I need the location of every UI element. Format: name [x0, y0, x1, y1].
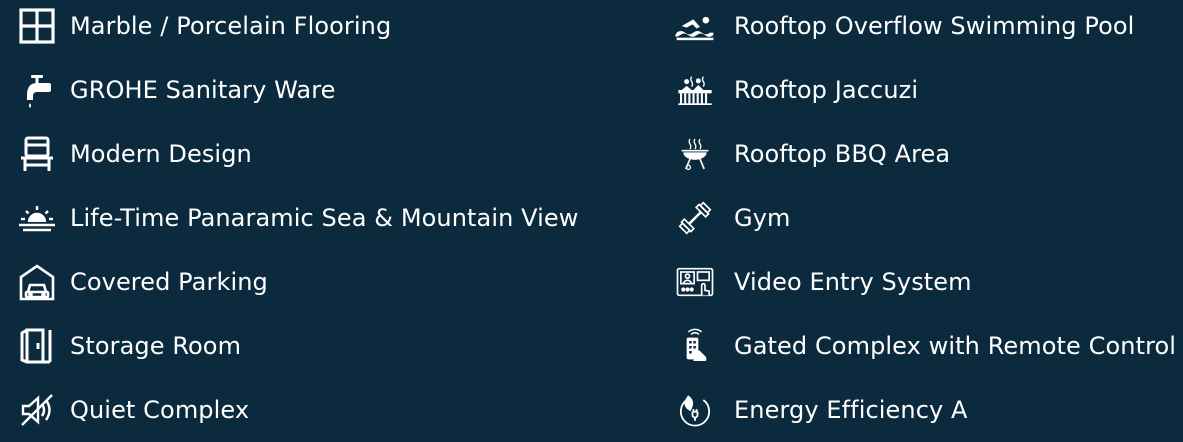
- feature-label: Video Entry System: [734, 268, 972, 296]
- feature-item-bbq-area: Rooftop BBQ Area: [668, 122, 950, 186]
- feature-label: Gym: [734, 204, 791, 232]
- sunrise-icon: [14, 195, 60, 241]
- feature-item-gym: Gym: [668, 186, 790, 250]
- feature-label: Rooftop Overflow Swimming Pool: [734, 12, 1135, 40]
- video-intercom-icon: [668, 259, 722, 305]
- chair-icon: [14, 131, 60, 177]
- hot-tub-icon: [668, 67, 722, 113]
- feature-label: Modern Design: [70, 140, 252, 168]
- feature-label: Rooftop Jaccuzi: [734, 76, 919, 104]
- eco-plug-icon: [668, 387, 722, 433]
- feature-label: Energy Efficiency A: [734, 396, 968, 424]
- feature-label: Life-Time Panaramic Sea & Mountain View: [70, 204, 579, 232]
- feature-item-quiet-complex: Quiet Complex: [14, 378, 249, 442]
- bbq-grill-icon: [668, 131, 722, 177]
- feature-label: Quiet Complex: [70, 396, 250, 424]
- garage-car-icon: [14, 259, 60, 305]
- feature-item-marble-flooring: Marble / Porcelain Flooring: [14, 0, 391, 58]
- feature-item-swimming-pool: Rooftop Overflow Swimming Pool: [668, 0, 1134, 58]
- feature-label: Rooftop BBQ Area: [734, 140, 951, 168]
- feature-item-storage-room: Storage Room: [14, 314, 241, 378]
- floor-tiles-icon: [14, 3, 60, 49]
- feature-label: Gated Complex with Remote Control: [734, 332, 1177, 360]
- feature-item-gated-complex: Gated Complex with Remote Control: [668, 314, 1176, 378]
- feature-item-modern-design: Modern Design: [14, 122, 252, 186]
- swimmer-icon: [668, 3, 722, 49]
- dumbbell-icon: [668, 195, 722, 241]
- remote-control-icon: [668, 323, 722, 369]
- door-icon: [14, 323, 60, 369]
- amenities-list: Marble / Porcelain Flooring GROHE Sanita…: [0, 0, 1183, 433]
- feature-item-sea-view: Life-Time Panaramic Sea & Mountain View: [14, 186, 579, 250]
- feature-item-video-entry: Video Entry System: [668, 250, 972, 314]
- feature-item-covered-parking: Covered Parking: [14, 250, 268, 314]
- mute-icon: [14, 387, 60, 433]
- feature-label: Covered Parking: [70, 268, 268, 296]
- feature-item-sanitary-ware: GROHE Sanitary Ware: [14, 58, 336, 122]
- feature-item-energy-efficiency: Energy Efficiency A: [668, 378, 968, 442]
- feature-label: Marble / Porcelain Flooring: [70, 12, 392, 40]
- faucet-icon: [14, 67, 60, 113]
- feature-item-rooftop-jacuzzi: Rooftop Jaccuzi: [668, 58, 918, 122]
- feature-label: Storage Room: [70, 332, 242, 360]
- feature-label: GROHE Sanitary Ware: [70, 76, 336, 104]
